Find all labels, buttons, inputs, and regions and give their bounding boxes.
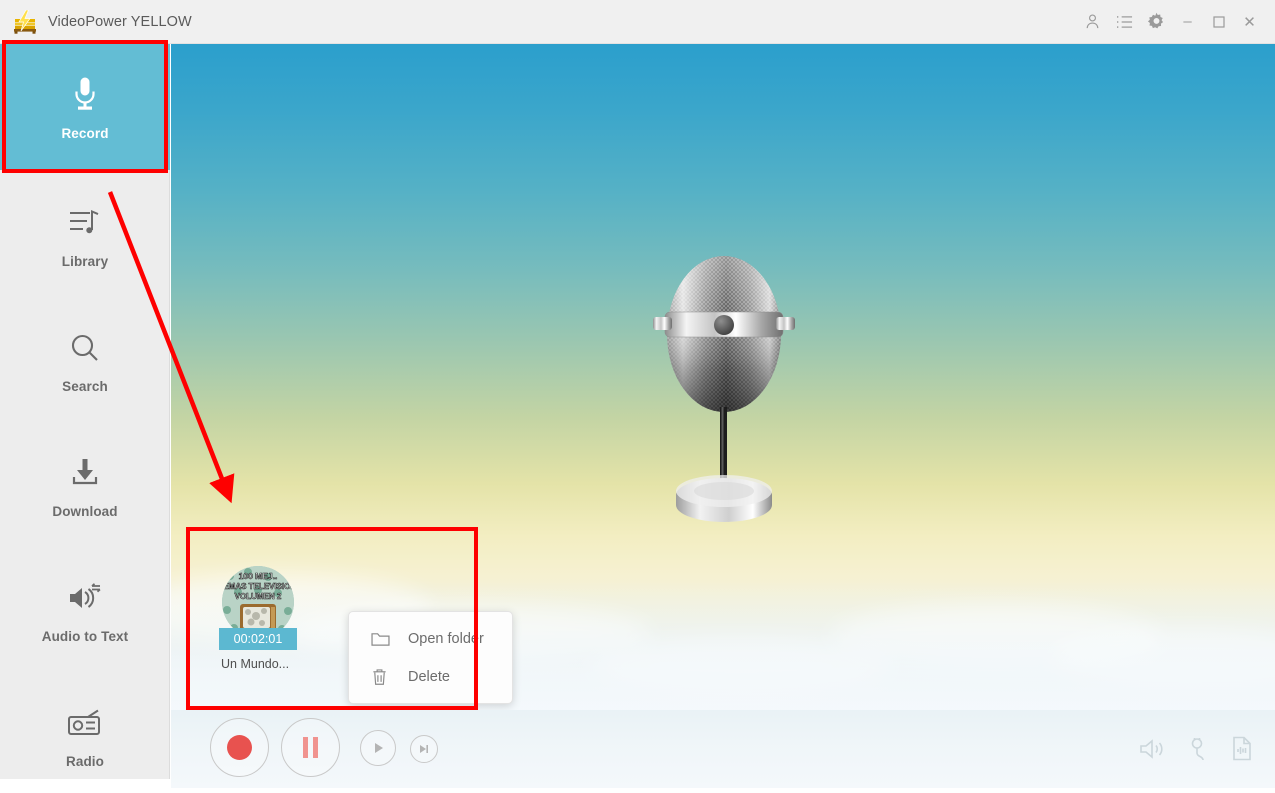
context-menu-item-open-folder[interactable]: Open folder bbox=[349, 620, 512, 658]
playlist-music-icon bbox=[68, 201, 102, 245]
cloud-band bbox=[171, 580, 1275, 710]
sidebar-item-library[interactable]: Library bbox=[0, 190, 170, 280]
sidebar-label-radio: Radio bbox=[65, 754, 104, 769]
svg-text:VOLUMEN 2: VOLUMEN 2 bbox=[235, 592, 282, 601]
next-button[interactable] bbox=[410, 735, 438, 763]
microphone-icon bbox=[70, 73, 100, 117]
microphone-illustration bbox=[649, 239, 799, 529]
sidebar-item-search[interactable]: Search bbox=[0, 315, 170, 405]
radio-icon bbox=[66, 701, 104, 745]
main-content: 100 MEJ.. EMAS TELEVISIO. VOLUMEN 2 00:0… bbox=[171, 44, 1275, 710]
context-menu: Open folder Delete bbox=[348, 611, 513, 704]
application-window: VideoPower YELLOW – ✕ Record Library Sea… bbox=[0, 0, 1275, 793]
transport-bar bbox=[171, 710, 1275, 788]
sidebar-item-radio[interactable]: Radio bbox=[0, 690, 170, 780]
play-button[interactable] bbox=[360, 730, 396, 766]
speaker-convert-icon bbox=[67, 576, 103, 620]
trash-icon bbox=[371, 668, 397, 686]
title-bar-controls: – ✕ bbox=[1076, 0, 1275, 43]
close-button[interactable]: ✕ bbox=[1234, 0, 1265, 44]
magnifier-icon bbox=[69, 326, 101, 370]
sidebar: Record Library Search Download Audio to … bbox=[0, 44, 170, 779]
recording-name: Un Mundo... bbox=[221, 657, 290, 671]
transport-right-icons bbox=[1139, 736, 1253, 766]
app-logo-icon bbox=[12, 9, 38, 34]
list-icon[interactable] bbox=[1108, 0, 1140, 44]
context-menu-label-delete: Delete bbox=[408, 669, 450, 685]
sidebar-item-audio-to-text[interactable]: Audio to Text bbox=[0, 565, 170, 655]
play-icon bbox=[374, 743, 383, 753]
gear-icon[interactable] bbox=[1140, 0, 1172, 44]
sidebar-label-audio-to-text: Audio to Text bbox=[41, 629, 129, 644]
file-waveform-icon[interactable] bbox=[1231, 736, 1253, 766]
record-button[interactable] bbox=[210, 718, 269, 777]
sidebar-label-library: Library bbox=[61, 254, 109, 269]
folder-icon bbox=[371, 631, 397, 647]
microphone-plug-icon[interactable] bbox=[1187, 737, 1209, 766]
minimize-button[interactable]: – bbox=[1172, 0, 1203, 44]
sidebar-label-record: Record bbox=[61, 126, 109, 141]
pause-button[interactable] bbox=[281, 718, 340, 777]
recording-duration: 00:02:01 bbox=[219, 628, 297, 650]
pause-icon bbox=[303, 737, 318, 758]
sidebar-item-record[interactable]: Record bbox=[0, 44, 170, 170]
sidebar-label-download: Download bbox=[52, 504, 118, 519]
account-icon[interactable] bbox=[1076, 0, 1108, 44]
context-menu-item-delete[interactable]: Delete bbox=[349, 658, 512, 696]
sidebar-item-download[interactable]: Download bbox=[0, 440, 170, 530]
maximize-button[interactable] bbox=[1203, 0, 1234, 44]
record-circle-icon bbox=[227, 735, 252, 760]
svg-text:100 MEJ..: 100 MEJ.. bbox=[239, 571, 278, 581]
window-title: VideoPower YELLOW bbox=[48, 13, 192, 30]
title-bar: VideoPower YELLOW – ✕ bbox=[0, 0, 1275, 44]
skip-next-icon bbox=[420, 745, 428, 753]
context-menu-label-open-folder: Open folder bbox=[408, 631, 484, 647]
download-arrow-icon bbox=[69, 451, 101, 495]
recording-item[interactable]: 100 MEJ.. EMAS TELEVISIO. VOLUMEN 2 00:0… bbox=[219, 566, 513, 704]
speaker-icon[interactable] bbox=[1139, 738, 1165, 765]
svg-text:EMAS TELEVISIO.: EMAS TELEVISIO. bbox=[223, 582, 292, 591]
sidebar-label-search: Search bbox=[62, 379, 108, 394]
